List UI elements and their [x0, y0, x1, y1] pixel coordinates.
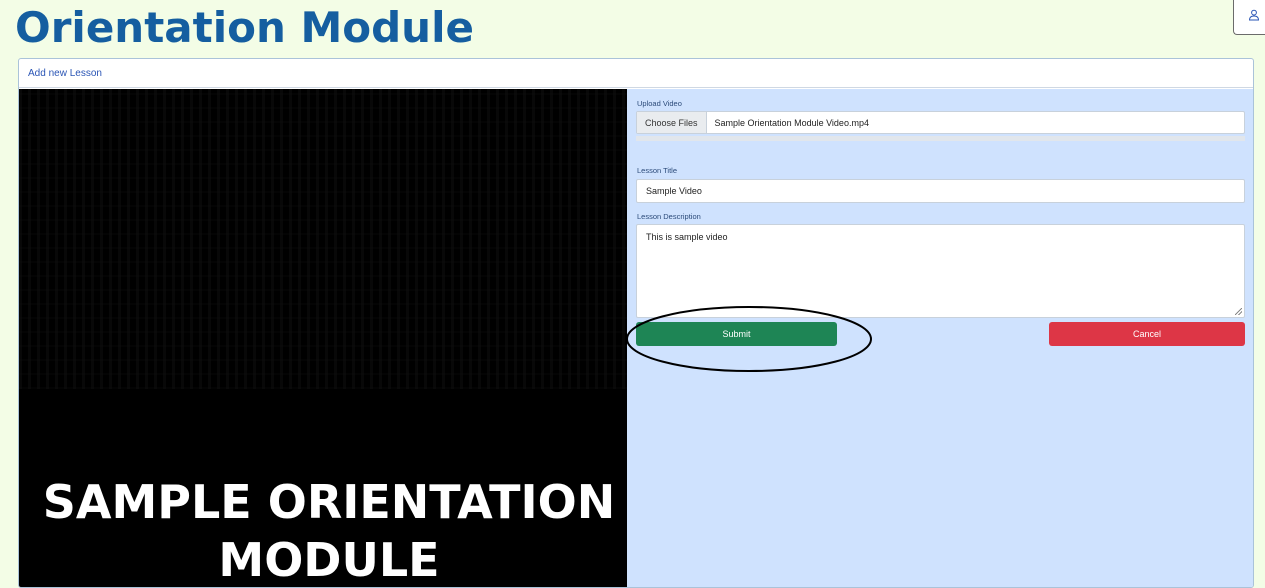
page-title: Orientation Module: [15, 3, 474, 52]
choose-files-button[interactable]: Choose Files: [637, 112, 707, 133]
card-header: Add new Lesson: [19, 59, 1253, 88]
video-caption-line1: SAMPLE ORIENTATION: [42, 475, 616, 529]
lesson-description-textarea[interactable]: This is sample video: [636, 224, 1245, 318]
upload-video-field[interactable]: Choose Files Sample Orientation Module V…: [636, 111, 1245, 134]
upload-video-label: Upload Video: [637, 99, 682, 108]
user-icon: [1248, 8, 1260, 26]
lesson-form: Upload Video Choose Files Sample Orienta…: [626, 89, 1253, 587]
submit-button[interactable]: Submit: [636, 322, 837, 346]
user-menu-button[interactable]: [1233, 0, 1265, 35]
video-caption: SAMPLE ORIENTATION MODULE: [19, 473, 627, 587]
lesson-card: Add new Lesson SAMPLE ORIENTATION MODULE…: [18, 58, 1254, 588]
cancel-button[interactable]: Cancel: [1049, 322, 1245, 346]
video-caption-line2: MODULE: [218, 533, 440, 587]
lesson-title-input[interactable]: Sample Video: [636, 179, 1245, 203]
resize-grip-icon[interactable]: [1235, 308, 1242, 315]
add-new-lesson-link[interactable]: Add new Lesson: [28, 68, 102, 79]
upload-progress-bar: [636, 136, 1245, 141]
lesson-description-text: This is sample video: [646, 232, 728, 242]
selected-file-name: Sample Orientation Module Video.mp4: [714, 117, 869, 128]
video-background: [19, 89, 627, 389]
video-preview[interactable]: SAMPLE ORIENTATION MODULE: [19, 89, 627, 587]
lesson-description-label: Lesson Description: [637, 212, 701, 221]
lesson-title-label: Lesson Title: [637, 166, 678, 175]
